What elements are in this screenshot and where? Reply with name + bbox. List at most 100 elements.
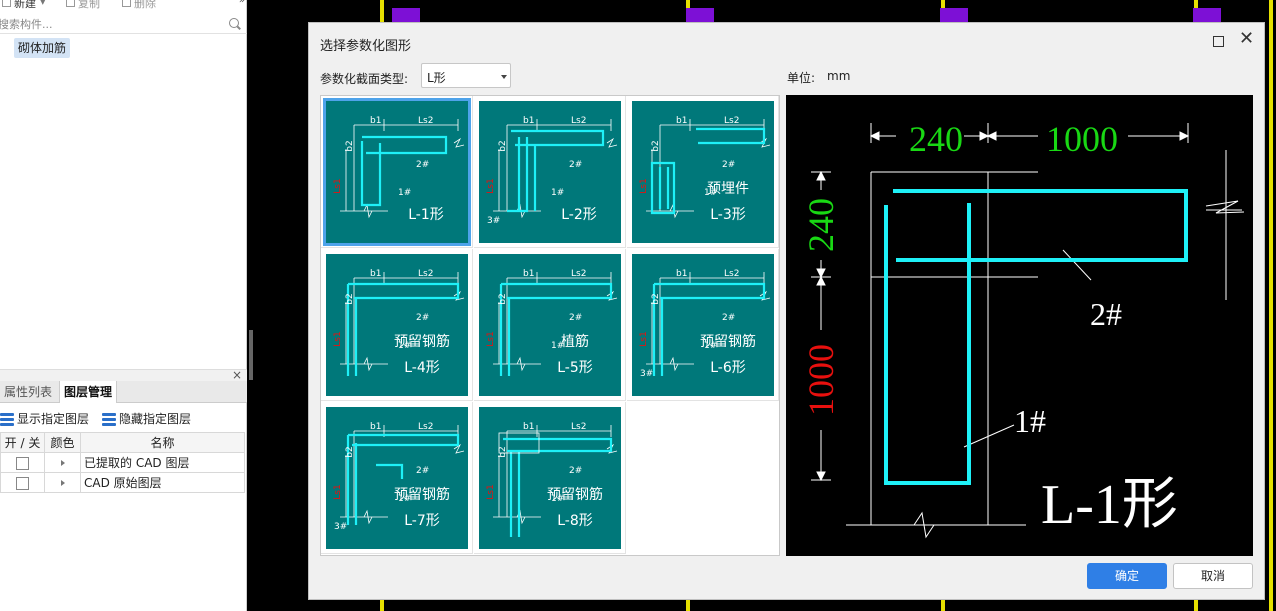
shape-thumbnail: b1 Ls2 b2 Ls1 2# 1# 3# 预留钢筋 L-7形 — [326, 407, 468, 549]
close-icon[interactable]: ✕ — [1239, 30, 1254, 48]
search-icon[interactable] — [229, 18, 239, 28]
cancel-button[interactable]: 取消 — [1173, 563, 1253, 589]
tab-layer-management[interactable]: 图层管理 — [59, 381, 118, 403]
thumb-label-2: 2# — [416, 160, 429, 170]
close-icon[interactable]: × — [232, 368, 242, 382]
preview-bar-label-1: 1# — [1014, 403, 1046, 439]
search-bar — [0, 14, 247, 34]
layers-hide-icon — [102, 413, 116, 426]
thumb-label-ls1: Ls1 — [486, 484, 496, 499]
layer-toggle-checkbox[interactable] — [16, 476, 29, 490]
tree-item-masonry-rebar[interactable]: 砌体加筋 — [14, 38, 71, 58]
thumb-label-b2: b2 — [498, 293, 508, 304]
shape-option-7[interactable]: b1 Ls2 b2 Ls1 2# 1# 3# 预留钢筋 L-7形 — [321, 402, 473, 554]
layers-icon — [0, 413, 14, 426]
thumb-label-b1: b1 — [370, 116, 381, 126]
thumb-label-b2: b2 — [651, 293, 661, 304]
thumb-label-b2: b2 — [498, 140, 508, 151]
delete-button[interactable]: 删除 — [122, 0, 156, 11]
copy-button[interactable]: 复制 — [66, 0, 100, 11]
thumb-label-3: 3# — [487, 216, 500, 226]
hide-layer-button[interactable]: 隐藏指定图层 — [102, 410, 191, 427]
shape-option-8[interactable]: b1 Ls2 b2 Ls1 2# 1# 预留钢筋 L-8形 — [474, 402, 626, 554]
thumb-label-b2: b2 — [345, 140, 355, 151]
unit-label: 单位: — [787, 71, 816, 85]
thumb-label-2: 2# — [722, 313, 735, 323]
thumb-label-2: 2# — [569, 466, 582, 476]
copy-icon — [66, 0, 75, 7]
shape-thumbnail: b1 Ls2 b2 Ls1 2# 1# 3# L-2形 — [479, 101, 621, 243]
shape-name: L-3形 — [710, 207, 746, 223]
table-header-row: 开 / 关 颜色 名称 — [0, 432, 245, 453]
more-chevron-icon[interactable]: » — [239, 0, 245, 6]
shape-thumbnail-drawing: b1 Ls2b2Ls12#1#预留钢筋L-8形 — [486, 422, 618, 537]
section-type-select[interactable]: L形 — [421, 63, 511, 88]
thumb-label-2: 2# — [569, 160, 582, 170]
cad-purple-block — [1193, 8, 1221, 22]
thumb-label-3: 3# — [640, 369, 653, 379]
maximize-icon[interactable] — [1213, 36, 1224, 47]
thumb-label-ls2: Ls2 — [418, 422, 433, 432]
thumb-label-2: 2# — [569, 313, 582, 323]
new-dropdown-icon[interactable]: ▾ — [40, 0, 46, 8]
splitter-handle[interactable] — [249, 330, 253, 380]
dropdown-arrow-icon — [501, 75, 507, 79]
thumb-label-ls1: Ls1 — [639, 178, 649, 193]
shape-caption: 预留钢筋 — [394, 486, 450, 503]
thumb-label-ls1: Ls1 — [486, 178, 496, 193]
thumb-label-b1: b1 — [370, 422, 381, 432]
preview-dim-top-left: 240 — [909, 119, 963, 159]
shape-thumbnail: b1 Ls2 b2 Ls1 2# 1# 预留钢筋 L-4形 — [326, 254, 468, 396]
table-row: CAD 原始图层 — [0, 472, 245, 493]
component-toolbar: 新建 ▾ 复制 删除 » — [0, 0, 247, 11]
unit-value: mm — [827, 69, 851, 83]
tab-property-list[interactable]: 属性列表 — [0, 381, 56, 403]
thumb-label-ls2: Ls2 — [724, 269, 739, 279]
shape-caption: 预留钢筋 — [547, 486, 603, 503]
shape-option-6[interactable]: b1 Ls2 b2 Ls1 2# 1# 3# 预留钢筋 L-6形 — [627, 249, 779, 401]
shape-name: L-6形 — [710, 360, 746, 376]
shape-name: L-7形 — [404, 513, 440, 529]
thumb-label-ls1: Ls1 — [333, 484, 343, 499]
shape-option-1[interactable]: b1 Ls2 b2 Ls1 2# 1# L-1形 — [321, 96, 473, 248]
thumb-label-b2: b2 — [345, 293, 355, 304]
shape-option-2[interactable]: b1 Ls2 b2 Ls1 2# 1# 3# L-2形 — [474, 96, 626, 248]
shape-name: L-4形 — [404, 360, 440, 376]
show-layer-button[interactable]: 显示指定图层 — [0, 410, 89, 427]
select-shape-dialog: 选择参数化图形 ✕ 参数化截面类型: L形 单位: mm b1 Ls2 b2 Ls1 2… — [308, 22, 1265, 600]
shape-thumbnail-drawing: b1 Ls2b2Ls12#1#预留钢筋L-4形 — [333, 269, 465, 376]
column-header-name: 名称 — [80, 432, 245, 453]
shape-thumbnail-drawing: b1 Ls2b2Ls12#1#3#预留钢筋L-6形 — [639, 269, 771, 379]
thumb-label-ls1: Ls1 — [333, 331, 343, 346]
column-header-color: 颜色 — [44, 432, 81, 453]
search-input[interactable] — [0, 16, 220, 32]
shape-thumbnail-drawing: b1 Ls2b2Ls12#1#植筋L-5形 — [486, 269, 618, 376]
component-panel: 新建 ▾ 复制 删除 » 砌体加筋 × 属性列表 图层管理 显示指定图层 隐藏指… — [0, 0, 247, 611]
shape-preview: 240 1000 240 1000 2# 1# L-1形 — [786, 95, 1253, 556]
layer-name: 已提取的 CAD 图层 — [80, 452, 245, 473]
preview-bar-label-2: 2# — [1090, 296, 1122, 332]
expand-arrow-icon[interactable] — [60, 460, 65, 466]
shape-thumbnail: b1 Ls2 b2 Ls1 2# 1# 3# 预留钢筋 L-6形 — [632, 254, 774, 396]
new-button[interactable]: 新建 — [2, 0, 36, 11]
shape-caption: 预埋件 — [707, 181, 749, 197]
cad-purple-block — [940, 8, 968, 22]
delete-icon — [122, 0, 131, 7]
shape-name: L-2形 — [561, 207, 597, 223]
shape-option-4[interactable]: b1 Ls2 b2 Ls1 2# 1# 预留钢筋 L-4形 — [321, 249, 473, 401]
thumb-label-1: 1# — [398, 188, 411, 198]
shape-caption: 预留钢筋 — [700, 333, 756, 350]
preview-drawing: 240 1000 240 1000 2# 1# L-1形 — [801, 119, 1245, 539]
shape-option-5[interactable]: b1 Ls2 b2 Ls1 2# 1# 植筋 L-5形 — [474, 249, 626, 401]
expand-arrow-icon[interactable] — [60, 480, 65, 486]
thumb-label-ls1: Ls1 — [639, 331, 649, 346]
ok-button[interactable]: 确定 — [1087, 563, 1167, 589]
shape-thumbnail: b1 Ls2 b2 Ls1 2# 1# 植筋 L-5形 — [479, 254, 621, 396]
thumb-label-ls2: Ls2 — [418, 269, 433, 279]
shape-name: L-1形 — [408, 207, 444, 223]
thumb-label-ls2: Ls2 — [571, 269, 586, 279]
panel-divider: × — [0, 368, 247, 382]
shape-option-3[interactable]: b1 Ls2 b2 Ls1 2# 1# 预埋件 L-3形 — [627, 96, 779, 248]
layer-toggle-checkbox[interactable] — [16, 456, 29, 470]
shape-grid: b1 Ls2 b2 Ls1 2# 1# L-1形 b1 Ls2 b2 Ls1 2# 1# 3# L-2形 b1… — [320, 95, 780, 556]
